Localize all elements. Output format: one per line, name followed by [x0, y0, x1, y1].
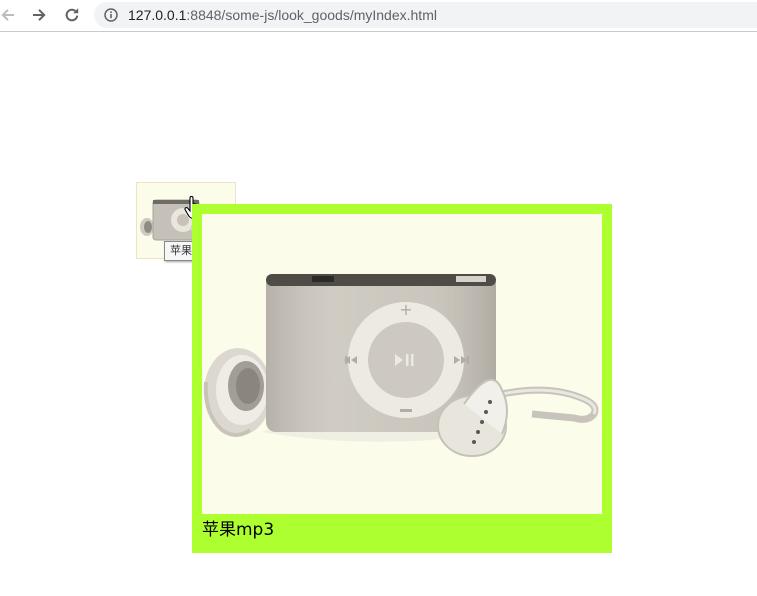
reload-button[interactable] [60, 3, 84, 27]
address-bar[interactable]: 127.0.0.1:8848/some-js/look_goods/myInde… [94, 2, 757, 28]
svg-text:+: + [399, 300, 412, 319]
forward-button[interactable] [27, 3, 51, 27]
ipod-shuffle-image: + [202, 214, 602, 514]
reload-icon [65, 8, 79, 22]
back-button[interactable] [0, 3, 20, 27]
product-preview-image: + [202, 214, 602, 514]
url-host: 127.0.0.1 [128, 7, 187, 23]
url-path: :8848/some-js/look_goods/myIndex.html [186, 7, 437, 23]
arrow-left-icon [1, 9, 14, 21]
url-text[interactable]: 127.0.0.1:8848/some-js/look_goods/myInde… [128, 6, 437, 24]
preview-caption: 苹果mp3 [202, 520, 275, 540]
arrow-right-icon [33, 9, 46, 21]
product-preview-popup: + 苹果mp3 [192, 204, 612, 553]
info-icon[interactable] [104, 8, 118, 22]
browser-toolbar: 127.0.0.1:8848/some-js/look_goods/myInde… [0, 0, 757, 32]
